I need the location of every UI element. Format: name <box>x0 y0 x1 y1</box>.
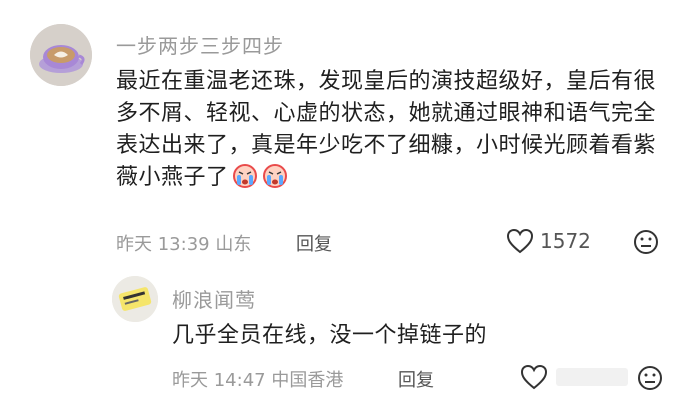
reply-button[interactable]: 回复 <box>296 230 332 256</box>
reply-reply-button[interactable]: 回复 <box>398 366 434 392</box>
comment-body: 最近在重温老还珠，发现皇后的演技超级好，皇后有很多不屑、轻视、心虚的状态，她就通… <box>116 69 657 190</box>
heart-icon <box>520 364 548 390</box>
comment-time: 昨天 13:39 <box>116 234 210 255</box>
reply-meta: 昨天 14:47 中国香港 <box>172 366 343 392</box>
avatar[interactable] <box>30 24 92 86</box>
like-count: 1572 <box>540 229 591 253</box>
comment-meta: 昨天 13:39 山东 <box>116 230 251 256</box>
emoji-react-button[interactable] <box>632 228 660 256</box>
reply-avatar[interactable] <box>112 276 158 322</box>
obscured-like-count <box>556 368 628 386</box>
comment-text: 最近在重温老还珠，发现皇后的演技超级好，皇后有很多不屑、轻视、心虚的状态，她就通… <box>116 66 656 198</box>
reply-like-button[interactable] <box>520 364 628 390</box>
neutral-face-icon <box>634 230 658 254</box>
neutral-face-icon <box>638 366 662 390</box>
like-button[interactable]: 1572 <box>506 228 591 254</box>
comment-location: 山东 <box>215 234 252 255</box>
reply-emoji-react-button[interactable] <box>636 364 664 392</box>
reply-time: 昨天 14:47 <box>172 370 266 391</box>
comment-username[interactable]: 一步两步三步四步 <box>116 30 284 59</box>
reply-text: 几乎全员在线，没一个掉链子的 <box>172 323 488 348</box>
ticket-image <box>112 276 158 322</box>
crying-face-icon <box>231 162 259 198</box>
reply-location: 中国香港 <box>271 370 344 391</box>
latte-cup-image <box>30 24 92 86</box>
reply-username[interactable]: 柳浪闻莺 <box>172 284 256 313</box>
heart-icon <box>506 228 534 254</box>
crying-face-icon <box>261 162 289 198</box>
